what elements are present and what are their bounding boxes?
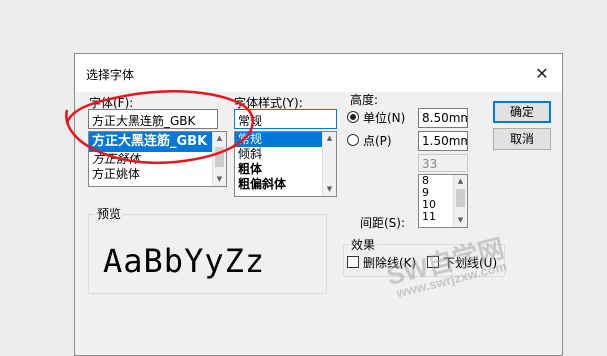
screen: 选择字体 ✕ 字体(F): 方正大黑连筋_GBK 方正大黑连筋_GBK 方正舒体… (0, 0, 607, 356)
annotation-circle (65, 90, 254, 165)
